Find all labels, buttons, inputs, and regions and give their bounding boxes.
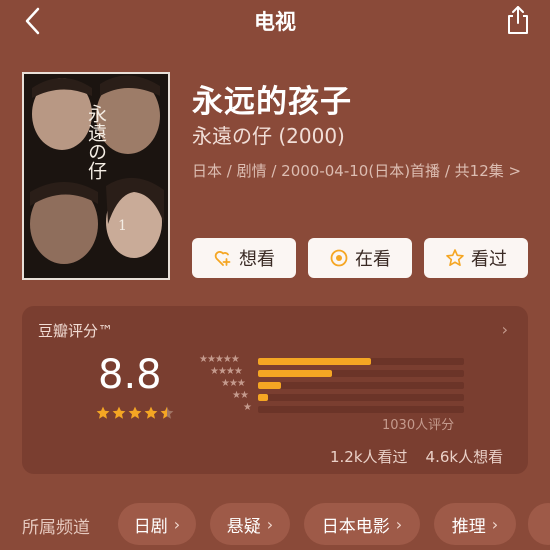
histogram-stars-label: ★	[243, 402, 252, 413]
poster-calligraphy: 永遠の仔	[85, 104, 107, 180]
histogram-row: ★★	[188, 390, 488, 402]
channel-chip-label: 日本电影	[321, 516, 390, 537]
histogram-bar	[258, 358, 372, 365]
chevron-right-icon[interactable]: ›	[502, 320, 508, 339]
watched-button[interactable]: 看过	[424, 238, 528, 278]
histogram-stars-label: ★★★	[221, 378, 246, 389]
channels-row: 所属频道 日剧 › 悬疑 › 日本电影 › 推理 ›	[0, 503, 550, 547]
histogram-bar	[258, 394, 269, 401]
channel-chip[interactable]: 推理 ›	[434, 503, 516, 545]
poster-image[interactable]: 永遠の仔 1	[22, 72, 170, 280]
histogram-track	[258, 370, 464, 377]
histogram-row: ★★★★★	[188, 354, 488, 366]
chevron-right-icon: ›	[266, 514, 274, 534]
heart-plus-icon	[214, 251, 231, 266]
histogram-row: ★★★★	[188, 366, 488, 378]
movie-title: 永远的孩子	[192, 84, 352, 120]
histogram-row: ★★★	[188, 378, 488, 390]
histogram-stars-label: ★★	[232, 390, 249, 401]
channel-chip-label: 日剧	[133, 516, 168, 537]
channels-label: 所属频道	[22, 518, 90, 538]
histogram-track	[258, 394, 464, 401]
rating-score: 8.8	[98, 352, 162, 398]
watching-button[interactable]: 在看	[308, 238, 412, 278]
watch-stats: 1.2k人看过 4.6k人想看	[330, 446, 503, 467]
movie-meta[interactable]: 日本 / 剧情 / 2000-04-10(日本)首播 / 共12集 >	[192, 160, 522, 182]
rating-stars	[96, 406, 174, 420]
original-title: 永遠の仔 (2000)	[192, 124, 345, 148]
want-to-watch-button[interactable]: 想看	[192, 238, 296, 278]
histogram-track	[258, 358, 464, 365]
star-icon	[144, 406, 158, 419]
share-icon[interactable]	[504, 4, 532, 36]
star-icon	[112, 406, 126, 419]
target-icon	[330, 249, 348, 267]
poster-marker: 1	[118, 218, 127, 234]
channel-chip-label: 推理	[451, 516, 486, 537]
channel-chip[interactable]: 悬疑 ›	[210, 503, 290, 545]
chevron-right-icon: ›	[395, 514, 403, 534]
histogram-bar	[258, 382, 281, 389]
star-icon	[160, 406, 174, 419]
want-count: 4.6k人想看	[425, 448, 504, 466]
page-title: 电视	[254, 10, 296, 34]
star-icon	[128, 406, 142, 419]
histogram-row: ★	[188, 402, 488, 414]
histogram-track	[258, 406, 464, 413]
star-outline-icon	[446, 249, 464, 267]
histogram-bar	[258, 370, 333, 377]
star-icon	[96, 406, 110, 419]
watched-label: 看过	[471, 249, 507, 270]
channel-chip-partial[interactable]	[528, 503, 550, 545]
chevron-right-icon: ›	[491, 514, 499, 534]
rating-label: 豆瓣评分™	[38, 322, 114, 340]
channel-chip-label: 悬疑	[226, 516, 261, 537]
watching-label: 在看	[355, 249, 391, 270]
top-bar: 电视	[0, 0, 550, 40]
histogram-stars-label: ★★★★	[210, 366, 243, 377]
histogram-stars-label: ★★★★★	[199, 354, 240, 365]
channel-chip[interactable]: 日本电影 ›	[304, 503, 420, 545]
rating-card[interactable]: 豆瓣评分™ › 8.8 ★★★★★ ★★★★ ★★★ ★★ ★ 1030人评分 1.2k…	[22, 306, 528, 474]
want-to-watch-label: 想看	[239, 249, 275, 270]
rating-count: 1030人评分	[382, 418, 455, 433]
histogram-track	[258, 382, 464, 389]
channel-chip[interactable]: 日剧 ›	[118, 503, 196, 545]
chevron-right-icon: ›	[173, 514, 181, 534]
watched-count: 1.2k人看过	[330, 448, 408, 466]
